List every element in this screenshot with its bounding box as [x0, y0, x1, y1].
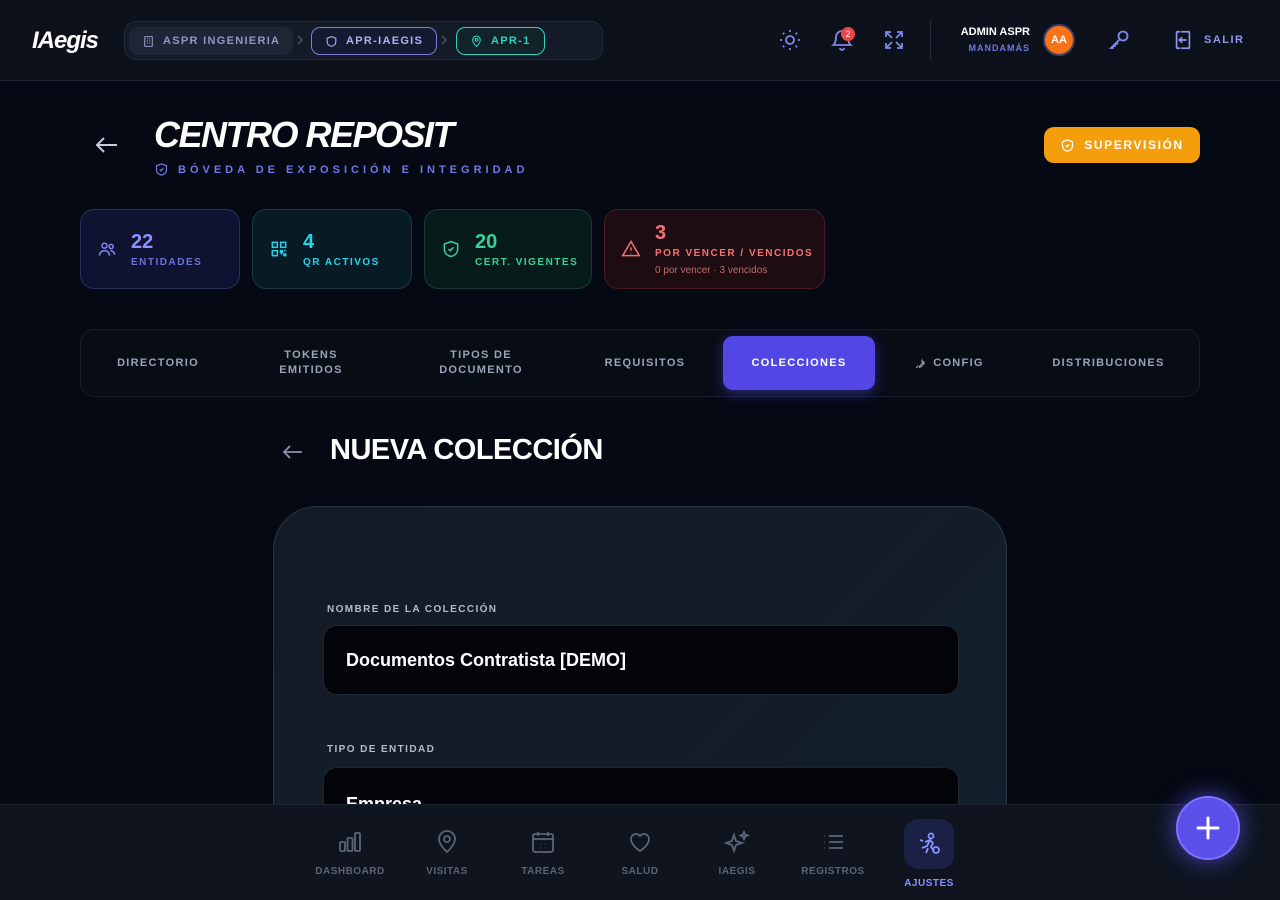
app-logo[interactable]: IAegis [32, 27, 99, 55]
stat-value: 4 [303, 230, 315, 253]
nav-iaegis[interactable]: IAEGIS [692, 829, 782, 877]
logout-icon [1172, 28, 1194, 52]
nav-label: SALUD [621, 866, 659, 877]
stat-label: POR VENCER / VENCIDOS [655, 248, 814, 259]
field-label-entity-type: TIPO DE ENTIDAD [327, 744, 436, 755]
add-button[interactable] [1176, 796, 1240, 860]
chevron-right-icon [297, 35, 304, 45]
wrench-icon [914, 357, 927, 370]
tab-requisitos[interactable]: REQUISITOS [581, 336, 709, 390]
tab-label: CONFIG [933, 356, 984, 369]
breadcrumb-project[interactable]: APR-IAEGIS [311, 27, 438, 55]
back-arrow-icon[interactable] [281, 440, 305, 464]
supervision-label: SUPERVISIÓN [1084, 138, 1184, 152]
logout-button[interactable]: SALIR [1172, 28, 1245, 52]
sparkles-icon [724, 829, 750, 855]
back-arrow-icon[interactable] [94, 132, 120, 158]
avatar[interactable]: AA [1043, 24, 1075, 56]
tab-config[interactable]: CONFIG [895, 336, 1003, 390]
tab-label: TIPOS DE DOCUMENTO [439, 349, 523, 376]
nav-label: AJUSTES [904, 878, 954, 889]
breadcrumb-project-label: APR-IAEGIS [346, 35, 424, 47]
shield-icon [325, 35, 338, 48]
nav-salud[interactable]: SALUD [595, 829, 685, 877]
tab-distribuciones[interactable]: DISTRIBUCIONES [1041, 336, 1176, 390]
plus-icon [1194, 814, 1222, 842]
tab-tokens-emitidos[interactable]: TOKENS EMITIDOS [251, 336, 371, 390]
user-name: ADMIN ASPR [960, 26, 1030, 38]
tab-directorio[interactable]: DIRECTORIO [95, 336, 221, 390]
stat-text: 3 POR VENCER / VENCIDOS 0 por vencer · 3… [655, 222, 813, 276]
stat-text: 22 ENTIDADES [131, 231, 202, 268]
list-icon [820, 829, 846, 855]
stat-text: 20 CERT. VIGENTES [475, 231, 578, 268]
logout-label: SALIR [1204, 34, 1245, 46]
user-role: MANDAMÁS [968, 43, 1030, 53]
stat-card-certificates[interactable]: 20 CERT. VIGENTES [424, 209, 592, 289]
nav-tareas[interactable]: TAREAS [498, 829, 588, 877]
stat-card-qr[interactable]: 4 QR ACTIVOS [252, 209, 412, 289]
nav-label: DASHBOARD [315, 866, 385, 877]
map-pin-icon [470, 35, 483, 48]
shield-check-icon [441, 239, 461, 259]
tab-bar: DIRECTORIO TOKENS EMITIDOS TIPOS DE DOCU… [80, 329, 1200, 397]
page-title: CENTRO REPOSIT [154, 114, 455, 155]
stat-value: 20 [475, 230, 498, 253]
top-bar: IAegis ASPR INGENIERIA APR-IAEGIS APR-1 … [0, 0, 1280, 81]
tab-tipos-de-documento[interactable]: TIPOS DE DOCUMENTO [411, 336, 551, 390]
heart-icon [627, 829, 653, 855]
bar-chart-icon [337, 829, 363, 855]
nav-dashboard[interactable]: DASHBOARD [305, 829, 395, 877]
qr-icon [269, 239, 289, 259]
key-icon[interactable] [1107, 28, 1131, 52]
sun-icon[interactable] [778, 28, 802, 52]
settings-person-icon [904, 819, 954, 869]
breadcrumb-site[interactable]: APR-1 [456, 27, 545, 55]
breadcrumb: ASPR INGENIERIA APR-IAEGIS APR-1 [124, 21, 603, 60]
nav-registros[interactable]: REGISTROS [788, 829, 878, 877]
supervision-button[interactable]: SUPERVISIÓN [1044, 127, 1200, 163]
nav-ajustes[interactable]: AJUSTES [884, 819, 974, 889]
nav-label: IAEGIS [718, 866, 756, 877]
stat-subtext: 0 por vencer · 3 vencidos [655, 265, 768, 276]
notification-badge: 2 [841, 27, 855, 41]
chevron-right-icon [441, 35, 448, 45]
nav-label: VISITAS [426, 866, 468, 877]
breadcrumb-site-label: APR-1 [491, 35, 531, 47]
stat-label: CERT. VIGENTES [475, 256, 579, 268]
nav-visitas[interactable]: VISITAS [402, 829, 492, 877]
stat-card-entities[interactable]: 22 ENTIDADES [80, 209, 240, 289]
map-pin-icon [434, 829, 460, 855]
stat-value: 3 [655, 222, 667, 244]
breadcrumb-org[interactable]: ASPR INGENIERIA [129, 27, 294, 55]
bottom-navigation: DASHBOARD VISITAS TAREAS SALUD IAEGIS RE… [0, 804, 1280, 900]
breadcrumb-org-label: ASPR INGENIERIA [163, 35, 281, 47]
stat-value: 22 [131, 230, 154, 253]
tab-label: TOKENS EMITIDOS [279, 349, 343, 376]
stat-card-expiring[interactable]: 3 POR VENCER / VENCIDOS 0 por vencer · 3… [604, 209, 825, 289]
section-title: NUEVA COLECCIÓN [330, 434, 603, 466]
calendar-icon [530, 829, 556, 855]
building-icon [142, 35, 155, 48]
shield-check-icon [1060, 138, 1075, 153]
field-label-name: NOMBRE DE LA COLECCIÓN [327, 604, 498, 615]
page-subtitle-text: BÓVEDA DE EXPOSICIÓN E INTEGRIDAD [178, 163, 529, 176]
shield-check-icon [154, 162, 169, 177]
page-subtitle: BÓVEDA DE EXPOSICIÓN E INTEGRIDAD [154, 162, 528, 177]
tab-colecciones[interactable]: COLECCIONES [723, 336, 875, 390]
nav-label: REGISTROS [801, 866, 865, 877]
divider [930, 20, 931, 60]
stat-text: 4 QR ACTIVOS [303, 231, 380, 268]
fullscreen-icon[interactable] [882, 28, 906, 52]
collection-name-input[interactable]: Documentos Contratista [DEMO] [323, 625, 959, 695]
nav-label: TAREAS [521, 866, 565, 877]
warning-icon [621, 239, 641, 259]
stat-label: QR ACTIVOS [303, 256, 380, 268]
users-icon [97, 239, 117, 259]
stat-label: ENTIDADES [131, 256, 203, 268]
